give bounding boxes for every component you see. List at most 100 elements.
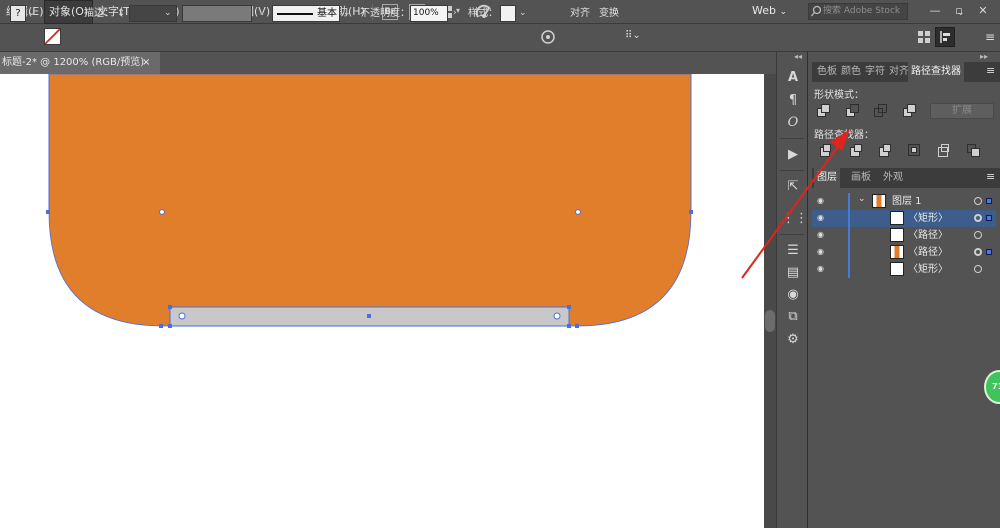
brush-definition-field[interactable]: 基本 [272, 5, 340, 22]
sublayer-row[interactable]: ◉ 〈矩形〉 [812, 261, 996, 278]
eye-icon[interactable]: ◉ [817, 230, 827, 240]
layer-color-bar [848, 210, 850, 227]
target-icon[interactable] [974, 197, 982, 205]
tab-pathfinder[interactable]: 路径查找器 [908, 62, 964, 82]
right-panels [808, 52, 1000, 528]
layer-thumbnail [872, 194, 886, 208]
arrange-icon[interactable] [917, 29, 931, 45]
close-window-button[interactable]: ✕ [972, 0, 994, 22]
sublayer-name: 〈矩形〉 [908, 213, 948, 224]
gradient-icon[interactable]: ▤ [782, 263, 804, 283]
selection-square-icon[interactable] [986, 198, 992, 204]
exclude-button[interactable] [903, 104, 917, 118]
type-tool-icon[interactable]: A [782, 68, 804, 88]
eye-icon[interactable]: ◉ [817, 264, 827, 274]
intersect-button[interactable] [874, 104, 888, 118]
opacity-field[interactable]: 100% [410, 5, 448, 22]
stroke-icon[interactable]: ☰ [782, 241, 804, 261]
chevron-right-icon[interactable]: › [453, 5, 457, 22]
canvas-vertical-scrollbar[interactable] [764, 74, 776, 528]
tab-artboards[interactable]: 画板 [848, 168, 874, 188]
collapse-icon[interactable]: ◂◂ [794, 52, 802, 61]
tab-appearance[interactable]: 外观 [880, 168, 906, 188]
sublayer-row[interactable]: ◉ 〈矩形〉 [812, 210, 996, 227]
eye-icon[interactable]: ◉ [817, 196, 827, 206]
sublayer-row[interactable]: ◉ 〈路径〉 [812, 227, 996, 244]
stroke-stepper-icon[interactable]: ⇕ [117, 5, 125, 22]
variable-width-profile[interactable] [182, 5, 252, 22]
menu-expand-icon[interactable]: ⠿⌄ [625, 30, 641, 41]
target-icon[interactable] [974, 248, 982, 256]
selection-anchor [46, 210, 50, 214]
graphic-style-swatch[interactable] [500, 5, 516, 22]
grid-icon[interactable]: ⋮⋮ [782, 209, 808, 229]
align-button[interactable]: 对齐 [570, 5, 590, 22]
trim-button[interactable] [850, 144, 864, 158]
document-tab[interactable]: 标题-2* @ 1200% (RGB/预览) [0, 52, 160, 74]
close-document-button[interactable]: × [142, 52, 154, 74]
corner-widget [575, 209, 581, 215]
eye-icon[interactable]: ◉ [817, 247, 827, 257]
tab-color[interactable]: 颜色 [838, 62, 864, 82]
selection-anchor [689, 210, 693, 214]
tab-character[interactable]: 字符 [862, 62, 888, 82]
fill-none-swatch[interactable] [44, 28, 61, 45]
scrollbar-thumb[interactable] [765, 310, 775, 332]
opentype-icon[interactable]: O [782, 113, 804, 133]
outline-button[interactable] [938, 144, 952, 158]
panel-menu-icon[interactable]: ≡ [986, 64, 995, 77]
artboard-canvas[interactable] [0, 74, 764, 528]
chevron-down-icon[interactable]: ⌄ [28, 5, 36, 22]
style-label: 样式： [468, 8, 498, 19]
play-icon[interactable]: ▶ [782, 145, 804, 165]
target-icon[interactable] [974, 214, 982, 222]
chevron-down-icon[interactable]: ⌄ [957, 5, 965, 22]
stroke-label: 描边： [84, 8, 114, 19]
chevron-down-icon[interactable]: ⌄ [519, 5, 527, 22]
chevron-down-icon[interactable]: ⌄ [858, 194, 866, 204]
transform-button[interactable]: 变换 [599, 5, 619, 22]
collapse-icon[interactable]: ▸▸ [980, 52, 988, 61]
workspace-switcher[interactable]: Web ⌄ [752, 0, 787, 24]
gear-icon[interactable]: ⚙ [782, 330, 804, 350]
export-icon[interactable]: ⇱ [782, 177, 804, 197]
chevron-down-icon[interactable]: ⌄ [164, 5, 172, 22]
sublayer-row[interactable]: ◉ 〈路径〉 [812, 244, 996, 261]
panel-menu-icon[interactable]: ≡ [986, 170, 995, 183]
transparency-icon[interactable]: ◉ [782, 285, 804, 305]
selection-indicator-icon[interactable]: ? [10, 5, 26, 22]
selection-square-icon[interactable] [986, 249, 992, 255]
target-icon[interactable] [974, 265, 982, 273]
target-icon[interactable] [974, 231, 982, 239]
sublayer-thumbnail [890, 228, 904, 242]
chevron-down-icon[interactable]: ⌄ [63, 5, 71, 22]
recolor-artwork-icon[interactable] [541, 30, 555, 44]
paragraph-icon[interactable]: ¶ [782, 91, 804, 111]
sublayer-name: 〈路径〉 [908, 230, 948, 241]
layer-row[interactable]: ◉ ⌄ 图层 1 [812, 193, 996, 210]
chevron-down-icon[interactable]: ⌄ [343, 5, 351, 22]
pathfinders-label: 路径查找器： [814, 130, 874, 141]
minimize-button[interactable]: — [924, 0, 946, 22]
expand-button[interactable]: 扩展 [930, 103, 994, 119]
minus-front-button[interactable] [846, 104, 860, 118]
tool-separator [780, 138, 804, 139]
divide-button[interactable] [820, 144, 834, 158]
selection-square-icon[interactable] [986, 215, 992, 221]
sublayer-thumbnail [890, 245, 904, 259]
merge-button[interactable] [879, 144, 893, 158]
panel-menu-icon[interactable]: ≡ [985, 30, 995, 44]
selection-anchor [168, 305, 172, 309]
tab-swatches[interactable]: 色板 [814, 62, 840, 82]
symbol-icon[interactable]: ⧉ [782, 307, 804, 327]
align-objects-icon[interactable] [935, 27, 955, 47]
layer-color-bar [848, 193, 850, 210]
unite-button[interactable] [817, 104, 831, 118]
layer-color-bar [848, 244, 850, 261]
minus-back-button[interactable] [967, 144, 981, 158]
shape-modes-label: 形状模式： [814, 90, 864, 101]
tab-layers[interactable]: 图层 [814, 168, 840, 188]
eye-icon[interactable]: ◉ [817, 213, 827, 223]
stock-search-input[interactable]: 搜索 Adobe Stock [808, 3, 908, 20]
crop-button[interactable] [908, 144, 922, 158]
